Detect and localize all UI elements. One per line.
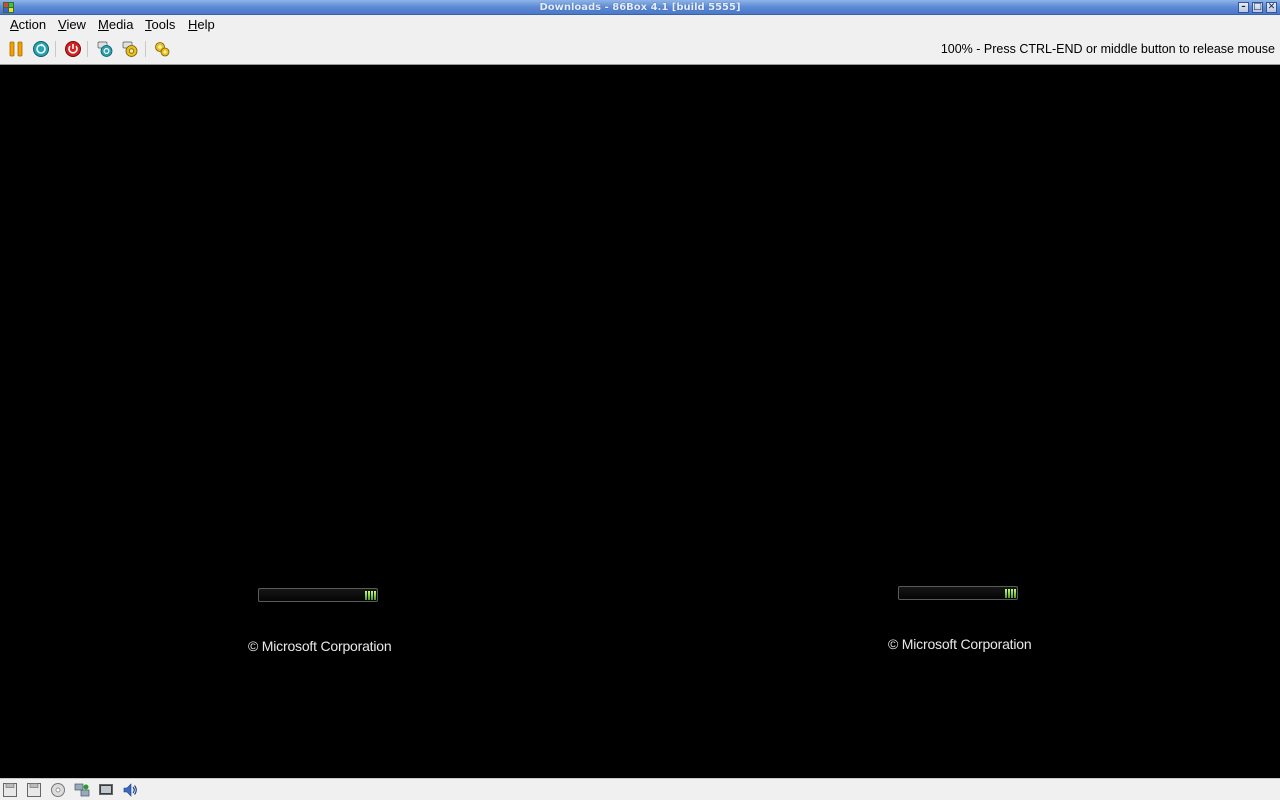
sound-icon[interactable] — [122, 782, 138, 798]
menu-help[interactable]: Help — [186, 15, 217, 34]
progress-chunk — [1005, 589, 1007, 598]
menu-media-rest: edia — [108, 17, 134, 32]
menu-help-rest: elp — [197, 17, 215, 32]
progress-chunk — [1008, 589, 1010, 598]
copyright-text: © Microsoft Corporation — [888, 636, 1032, 652]
menu-media[interactable]: Media — [96, 15, 135, 34]
menu-view[interactable]: View — [56, 15, 88, 34]
copyright-text: © Microsoft Corporation — [248, 638, 392, 654]
progress-chunk — [1014, 589, 1016, 598]
floppy-drive-2-icon[interactable] — [26, 782, 42, 798]
boot-progress-bar — [898, 586, 1018, 600]
minimize-button[interactable]: – — [1238, 2, 1249, 13]
menu-action-mnemonic: A — [10, 17, 19, 32]
maximize-button[interactable]: □ — [1252, 2, 1263, 13]
floppy-drive-1-icon[interactable] — [2, 782, 18, 798]
boot-progress-bar — [258, 588, 378, 602]
boot-screen-left: © Microsoft Corporation — [248, 588, 392, 654]
toolbar-separator — [145, 41, 146, 57]
menu-media-mnemonic: M — [98, 17, 109, 32]
toolbar-separator — [87, 41, 88, 57]
status-bar — [0, 778, 1280, 800]
menu-action-rest: ction — [18, 17, 47, 32]
ctrl-alt-del-icon[interactable] — [96, 40, 114, 58]
window-title: Downloads - 86Box 4.1 [build 5555] — [539, 2, 741, 13]
emulator-window: Downloads - 86Box 4.1 [build 5555] – □ ✕… — [0, 0, 1280, 800]
menu-tools-rest: ools — [151, 17, 176, 32]
display-icon[interactable] — [98, 782, 114, 798]
progress-chunk — [1011, 589, 1013, 598]
menu-help-mnemonic: H — [188, 17, 198, 32]
boot-screen-right: © Microsoft Corporation — [888, 586, 1032, 652]
toolbar-separator — [55, 41, 56, 57]
mouse-capture-status: 100% - Press CTRL-END or middle button t… — [940, 42, 1275, 56]
settings-icon[interactable] — [153, 40, 171, 58]
progress-chunk — [371, 591, 373, 600]
emulated-display[interactable]: © Microsoft Corporation © Microsoft Corp… — [0, 66, 1280, 778]
close-button[interactable]: ✕ — [1266, 2, 1277, 13]
menu-view-rest: iew — [66, 17, 86, 32]
reset-icon[interactable] — [32, 40, 50, 58]
toolbar: 100% - Press CTRL-END or middle button t… — [0, 34, 1280, 65]
power-icon[interactable] — [64, 40, 82, 58]
progress-chunk — [365, 591, 367, 600]
progress-chunk — [374, 591, 376, 600]
pause-icon[interactable] — [7, 40, 25, 58]
title-bar[interactable]: Downloads - 86Box 4.1 [build 5555] – □ ✕ — [0, 0, 1280, 15]
network-icon[interactable] — [74, 782, 90, 798]
ctrl-alt-esc-icon[interactable] — [121, 40, 139, 58]
menu-tools[interactable]: Tools — [143, 15, 177, 34]
menu-action[interactable]: Action — [8, 15, 48, 34]
progress-chunk — [368, 591, 370, 600]
menu-bar: Action View Media Tools Help — [0, 15, 1280, 34]
cdrom-icon[interactable] — [50, 782, 66, 798]
